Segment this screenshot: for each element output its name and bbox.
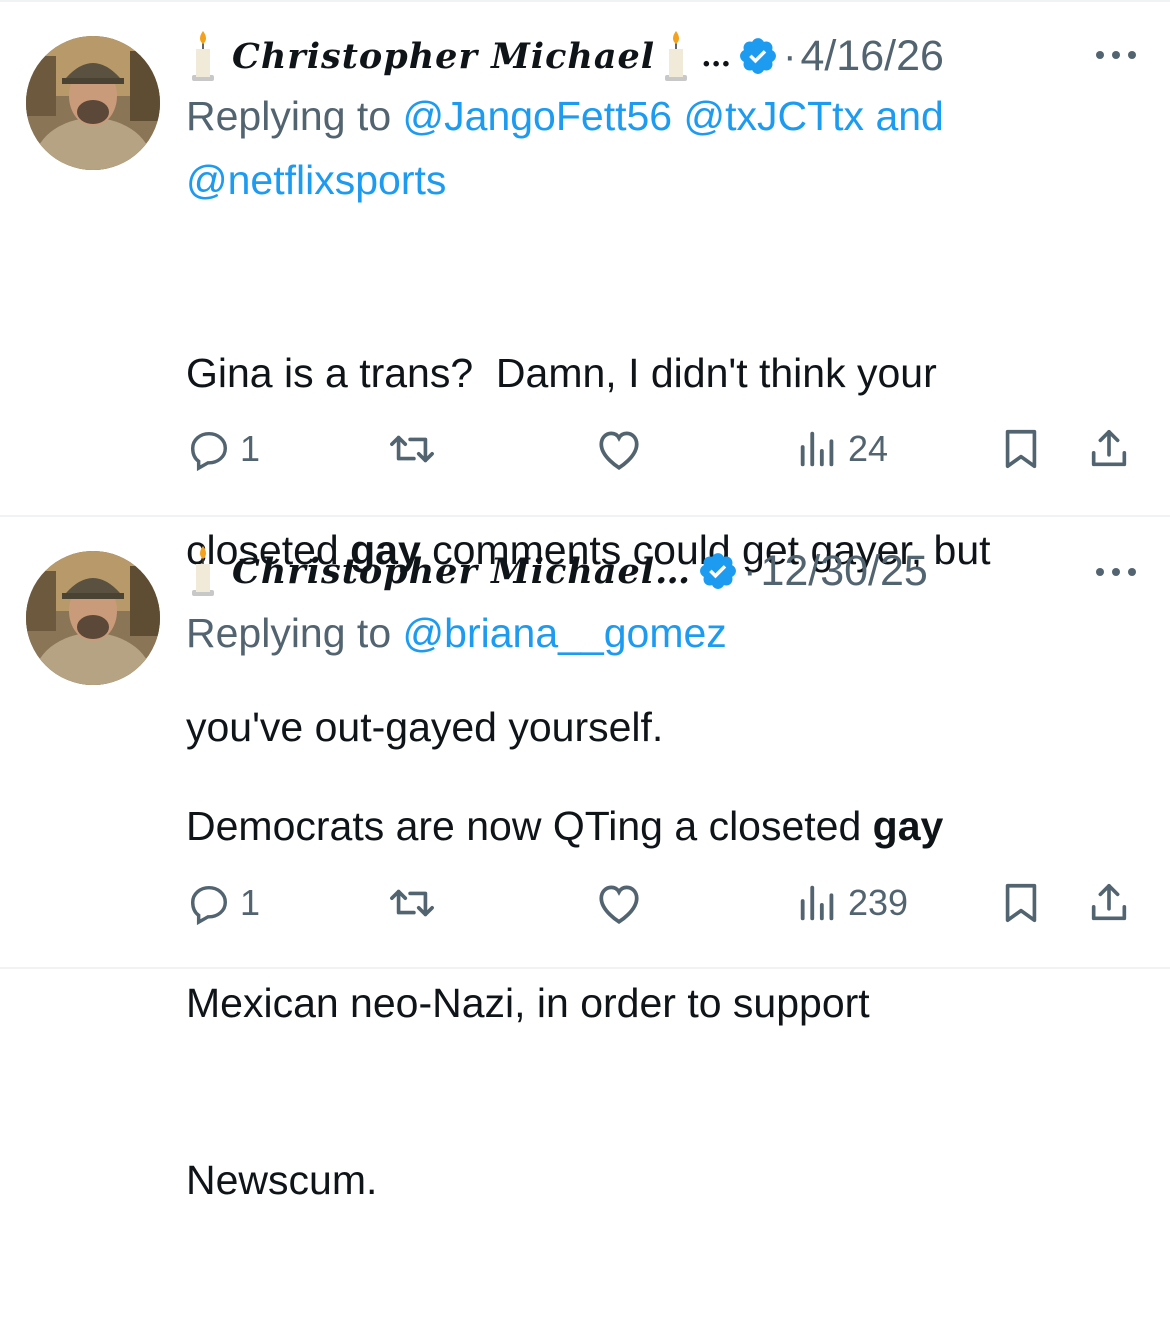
replying-to: Replying to @briana__gomez <box>186 601 727 665</box>
retweet-button[interactable] <box>384 878 440 928</box>
replying-to-cont: @netflixsports <box>186 148 446 212</box>
replying-handle[interactable]: @netflixsports <box>186 157 446 203</box>
share-button[interactable] <box>1086 424 1132 474</box>
reply-icon <box>190 431 228 472</box>
bookmark-button[interactable] <box>998 424 1044 474</box>
like-button[interactable] <box>594 878 644 928</box>
reply-button[interactable]: 1 <box>186 878 260 928</box>
views-icon <box>800 885 834 921</box>
candle-icon <box>665 31 688 81</box>
retweet-icon <box>390 889 434 917</box>
avatar[interactable] <box>26 36 160 170</box>
bottom-divider <box>0 967 1170 969</box>
bookmark-icon <box>1005 883 1037 923</box>
replying-handle[interactable]: @briana__gomez <box>403 610 727 656</box>
views-button[interactable]: 239 <box>796 878 908 928</box>
separator-dot: · <box>743 548 757 593</box>
replying-prefix: Replying to <box>186 610 392 656</box>
heart-icon <box>599 431 639 470</box>
action-bar: 1 239 <box>186 878 1146 928</box>
author-name[interactable]: Christopher Michael… <box>232 551 691 592</box>
more-icon[interactable] <box>1092 45 1140 65</box>
reply-icon <box>190 885 228 926</box>
replying-and: and <box>875 93 944 139</box>
tweet-header: Christopher Michael… · 12/30/25 <box>186 541 928 601</box>
tweet-text: Democrats are now QTing a closeted gay M… <box>186 679 943 1328</box>
candle-icon <box>192 546 214 596</box>
name-truncation: … <box>701 38 732 74</box>
verified-icon[interactable] <box>737 35 779 77</box>
like-button[interactable] <box>594 424 644 474</box>
share-icon <box>1091 429 1127 467</box>
tweet-text-line: Democrats are now QTing a closeted gay <box>186 803 944 849</box>
tweet-text-line: Gina is a trans? Damn, I didn't think yo… <box>186 350 937 396</box>
candle-icon <box>192 31 214 81</box>
bookmark-icon <box>1005 429 1037 469</box>
replying-to: Replying to @JangoFett56 @txJCTtx and <box>186 84 944 148</box>
more-icon[interactable] <box>1092 562 1140 582</box>
tweet-text-line: Mexican neo-Nazi, in order to support <box>186 980 870 1026</box>
separator-dot: · <box>783 33 797 78</box>
views-icon <box>800 431 834 467</box>
views-button[interactable]: 24 <box>796 424 888 474</box>
heart-icon <box>599 885 639 924</box>
share-icon <box>1091 883 1127 921</box>
share-button[interactable] <box>1086 878 1132 928</box>
action-bar: 1 24 <box>186 424 1146 474</box>
avatar[interactable] <box>26 551 160 685</box>
tweet-text-line: Newscum. <box>186 1157 378 1203</box>
retweet-icon <box>390 435 434 463</box>
verified-icon[interactable] <box>697 550 739 592</box>
replying-handle[interactable]: @JangoFett56 @txJCTtx <box>403 93 865 139</box>
replying-prefix: Replying to <box>186 93 392 139</box>
tweet-2[interactable]: Christopher Michael… · 12/30/25 Replying… <box>0 517 1170 1203</box>
tweet-header: Christopher Michael … · 4/16/26 <box>186 26 944 86</box>
tweet-1[interactable]: Christopher Michael … · 4/16/26 Replying… <box>0 0 1170 750</box>
bookmark-button[interactable] <box>998 878 1044 928</box>
tweet-date[interactable]: 12/30/25 <box>760 547 927 596</box>
reply-button[interactable]: 1 <box>186 424 260 474</box>
retweet-button[interactable] <box>384 424 440 474</box>
author-name[interactable]: Christopher Michael <box>232 36 655 77</box>
tweet-date[interactable]: 4/16/26 <box>800 32 943 81</box>
